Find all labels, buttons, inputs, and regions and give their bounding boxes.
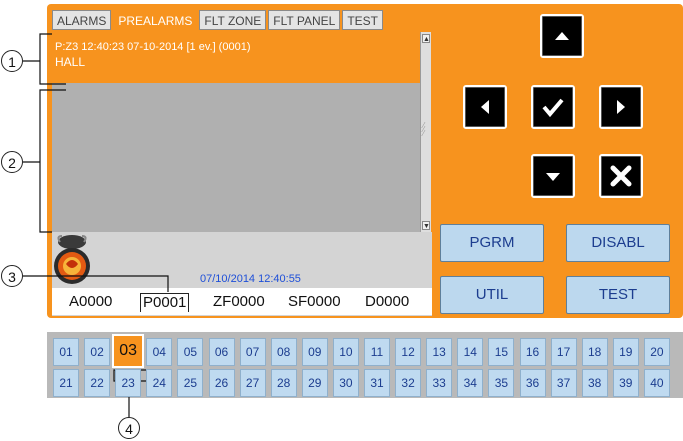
callout-4: 4: [118, 417, 140, 439]
zone-button-31[interactable]: 31: [364, 369, 390, 397]
zone-button-02[interactable]: 02: [84, 338, 111, 366]
zone-button-08[interactable]: 08: [270, 338, 297, 366]
zone-button-29[interactable]: 29: [301, 369, 328, 397]
callout-3: 3: [1, 265, 23, 287]
zone-button-05[interactable]: 05: [177, 338, 204, 366]
zone-button-06[interactable]: 06: [208, 338, 235, 366]
test-button[interactable]: TEST: [566, 276, 670, 314]
tab-prealarms[interactable]: PREALARMS: [113, 10, 198, 32]
zone-button-07[interactable]: 07: [239, 338, 266, 366]
zone-button-10[interactable]: 10: [332, 338, 359, 366]
zone-button-01[interactable]: 01: [53, 338, 79, 366]
alarm-counter: A0000: [69, 293, 113, 310]
system-fault-counter: SF0000: [288, 293, 341, 310]
zone-button-14[interactable]: 14: [457, 338, 484, 366]
callout-1: 1: [1, 50, 23, 72]
tab-flt-panel[interactable]: FLT PANEL: [268, 10, 341, 30]
arrow-right-icon: [617, 100, 625, 114]
zone-fault-counter: ZF0000: [213, 293, 265, 310]
arrow-up-icon: [555, 32, 569, 40]
zone-button-39[interactable]: 39: [612, 369, 639, 397]
util-button[interactable]: UTIL: [440, 276, 544, 314]
zone-button-32[interactable]: 32: [395, 369, 422, 397]
zone-button-12[interactable]: 12: [395, 338, 422, 366]
zone-button-17[interactable]: 17: [550, 338, 577, 366]
zone-button-34[interactable]: 34: [457, 369, 484, 397]
zone-button-33[interactable]: 33: [426, 369, 453, 397]
zone-button-30[interactable]: 30: [332, 369, 359, 397]
zone-button-35[interactable]: 35: [488, 369, 515, 397]
tab-alarms[interactable]: ALARMS: [52, 10, 112, 30]
zone-button-25[interactable]: 25: [177, 369, 204, 397]
tab-bar: ALARMS PREALARMS FLT ZONE FLT PANEL TEST: [52, 10, 385, 32]
zone-button-40[interactable]: 40: [643, 369, 670, 397]
zone-button-03[interactable]: 03: [112, 334, 145, 368]
cancel-x-icon: [610, 165, 632, 187]
zone-button-27[interactable]: 27: [239, 369, 266, 397]
zone-button-24[interactable]: 24: [146, 369, 173, 397]
zone-button-26[interactable]: 26: [208, 369, 235, 397]
zone-button-22[interactable]: 22: [84, 369, 111, 397]
event-location: HALL: [55, 55, 86, 69]
right-button[interactable]: [599, 85, 643, 129]
scroll-up-icon[interactable]: ▲: [422, 34, 430, 43]
zone-button-20[interactable]: 20: [643, 338, 670, 366]
scroll-grip-icon[interactable]: ⁄ ⁄ ⁄: [423, 122, 429, 138]
zone-button-16[interactable]: 16: [519, 338, 546, 366]
zone-button-38[interactable]: 38: [581, 369, 608, 397]
zone-button-04[interactable]: 04: [146, 338, 173, 366]
prealarm-counter: P0001: [140, 293, 190, 312]
ok-button[interactable]: [531, 85, 575, 129]
event-row[interactable]: P:Z3 12:40:23 07-10-2014 [1 ev.] (0001) …: [52, 32, 420, 83]
zone-button-09[interactable]: 09: [301, 338, 328, 366]
zone-button-36[interactable]: 36: [519, 369, 546, 397]
event-details: P:Z3 12:40:23 07-10-2014 [1 ev.] (0001): [55, 41, 251, 53]
arrow-down-icon: [546, 173, 560, 181]
checkmark-icon: [542, 98, 564, 118]
current-datetime: 07/10/2014 12:40:55: [200, 273, 301, 285]
tab-test[interactable]: TEST: [342, 10, 383, 30]
zone-button-11[interactable]: 11: [364, 338, 390, 366]
zone-button-28[interactable]: 28: [270, 369, 297, 397]
pgrm-button[interactable]: PGRM: [440, 224, 544, 262]
callout-2: 2: [1, 151, 23, 173]
event-list-scrollbar[interactable]: ▲ ⁄ ⁄ ⁄ ▼: [420, 32, 431, 232]
arrow-left-icon: [481, 100, 489, 114]
zone-button-37[interactable]: 37: [550, 369, 577, 397]
dragon-logo-icon: [54, 235, 90, 284]
left-button[interactable]: [463, 85, 507, 129]
zone-button-19[interactable]: 19: [612, 338, 639, 366]
cancel-button[interactable]: [599, 154, 643, 198]
zone-button-13[interactable]: 13: [426, 338, 453, 366]
zone-button-23[interactable]: 23: [115, 369, 142, 397]
zone-button-21[interactable]: 21: [53, 369, 79, 397]
disabl-button[interactable]: DISABL: [566, 224, 670, 262]
zone-button-15[interactable]: 15: [488, 338, 515, 366]
zone-button-18[interactable]: 18: [581, 338, 608, 366]
down-button[interactable]: [531, 154, 575, 198]
scroll-down-icon[interactable]: ▼: [422, 221, 430, 230]
event-list: P:Z3 12:40:23 07-10-2014 [1 ev.] (0001) …: [52, 32, 420, 232]
disabled-counter: D0000: [365, 293, 410, 310]
tab-flt-zone[interactable]: FLT ZONE: [199, 10, 267, 30]
up-button[interactable]: [540, 14, 584, 58]
